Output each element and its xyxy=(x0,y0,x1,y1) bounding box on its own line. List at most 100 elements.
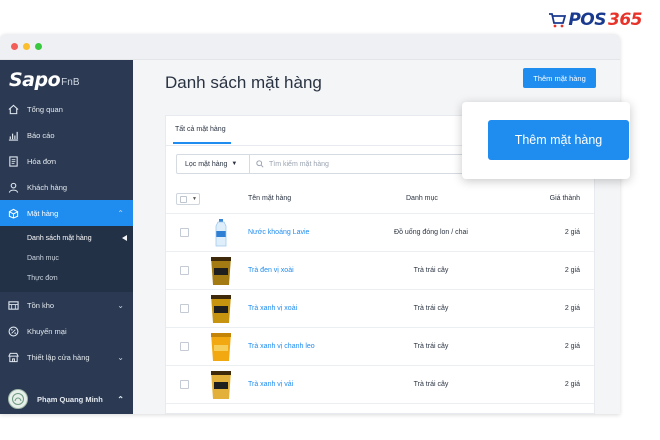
sidebar-item-store-settings[interactable]: Thiết lập cửa hàng ⌄ xyxy=(0,344,133,370)
screenshot-stage: POS 365 Sapo FnB Tổng quan Báo cáo Hóa đ… xyxy=(0,0,660,440)
product-thumbnail xyxy=(206,332,236,362)
sidebar-item-invoices[interactable]: Hóa đơn xyxy=(0,148,133,174)
product-category: Đồ uống đóng lon / chai xyxy=(394,229,468,236)
filter-dropdown[interactable]: Lọc mặt hàng ▼ xyxy=(176,154,250,174)
sidebar-item-label: Báo cáo xyxy=(27,130,55,140)
add-product-button[interactable]: Thêm mặt hàng xyxy=(523,68,596,88)
product-thumbnail xyxy=(206,218,236,248)
user-icon xyxy=(8,182,19,193)
sidebar-item-promotions[interactable]: Khuyến mại xyxy=(0,318,133,344)
home-icon xyxy=(8,104,19,115)
sidebar-item-label: Hóa đơn xyxy=(27,156,57,166)
table-row[interactable]: Trà xanh vị xoài Trà trái cây 2 giá xyxy=(166,290,594,328)
table-row[interactable]: Nước khoáng Lavie Đồ uống đóng lon / cha… xyxy=(166,214,594,252)
minimize-window-dot[interactable] xyxy=(23,43,30,50)
product-category: Trà trái cây xyxy=(413,305,449,312)
tea-cup-icon xyxy=(211,257,231,285)
tea-cup-icon xyxy=(211,295,231,323)
product-thumbnail xyxy=(206,370,236,400)
product-name-link[interactable]: Nước khoáng Lavie xyxy=(248,229,309,236)
product-price: 2 giá xyxy=(564,229,580,236)
table-header: ▼ Tên mặt hàng Danh mục Giá thành xyxy=(166,184,594,214)
product-price: 2 giá xyxy=(564,343,580,350)
product-name-link[interactable]: Trà xanh vị chanh leo xyxy=(248,343,315,350)
row-checkbox[interactable] xyxy=(180,228,189,237)
checkbox-box xyxy=(180,195,187,203)
sidebar-subitem-product-list[interactable]: Danh sách mặt hàng xyxy=(0,228,133,248)
cart-icon xyxy=(549,13,567,28)
box-icon xyxy=(8,208,19,219)
sidebar-subitem-categories[interactable]: Danh mục xyxy=(0,248,133,268)
sidebar-submenu-products: Danh sách mặt hàng Danh mục Thực đơn xyxy=(0,226,133,292)
product-category: Trà trái cây xyxy=(413,343,449,350)
product-price: 2 giá xyxy=(564,381,580,388)
sidebar-item-inventory[interactable]: Tồn kho ⌄ xyxy=(0,292,133,318)
product-name-link[interactable]: Trà xanh vị vải xyxy=(248,381,293,388)
window-titlebar xyxy=(0,34,620,60)
table-row[interactable]: Trà xanh vị vải Trà trái cây 2 giá xyxy=(166,366,594,404)
product-price: 2 giá xyxy=(564,305,580,312)
sidebar-item-overview[interactable]: Tổng quan xyxy=(0,96,133,122)
sidebar-item-label: Mặt hàng xyxy=(27,208,59,218)
chevron-down-icon: ⌄ xyxy=(117,300,124,310)
invoice-icon xyxy=(8,155,19,167)
sapo-logo-text: Sapo xyxy=(9,69,61,91)
sidebar-item-label: Khách hàng xyxy=(27,182,68,192)
avatar xyxy=(8,389,28,409)
store-settings-icon xyxy=(8,352,19,363)
brand-number-text: 365 xyxy=(608,10,643,30)
filter-dropdown-label: Lọc mặt hàng xyxy=(185,160,228,168)
column-header-name[interactable]: Tên mặt hàng xyxy=(248,195,291,202)
row-checkbox[interactable] xyxy=(180,342,189,351)
sapo-logo-suffix: FnB xyxy=(61,77,80,88)
product-category: Trà trái cây xyxy=(413,381,449,388)
row-checkbox[interactable] xyxy=(180,380,189,389)
chevron-down-icon: ⌄ xyxy=(117,352,124,362)
maximize-window-dot[interactable] xyxy=(35,43,42,50)
product-name-link[interactable]: Trà đen vị xoài xyxy=(248,267,294,274)
product-thumbnail xyxy=(206,256,236,286)
select-all-checkbox[interactable]: ▼ xyxy=(176,193,200,205)
sidebar-item-label: Khuyến mại xyxy=(27,326,67,336)
user-name: Phạm Quang Minh xyxy=(37,394,103,404)
column-header-price[interactable]: Giá thành xyxy=(550,195,580,202)
sidebar-item-customers[interactable]: Khách hàng xyxy=(0,174,133,200)
chevron-up-icon: ⌃ xyxy=(117,394,124,404)
search-placeholder: Tìm kiếm mặt hàng xyxy=(269,160,329,168)
row-checkbox[interactable] xyxy=(180,304,189,313)
product-name-link[interactable]: Trà xanh vị xoài xyxy=(248,305,297,312)
brand-pos-text: POS xyxy=(568,10,606,30)
sidebar-item-label: Tổng quan xyxy=(27,104,63,114)
sidebar-item-products[interactable]: Mặt hàng ⌃ xyxy=(0,200,133,226)
product-thumbnail xyxy=(206,294,236,324)
tea-cup-icon xyxy=(211,333,231,361)
active-tab-indicator xyxy=(173,142,231,144)
caret-down-icon: ▼ xyxy=(231,161,238,167)
product-price: 2 giá xyxy=(564,267,580,274)
sidebar-item-label: Thiết lập cửa hàng xyxy=(27,352,90,362)
search-icon xyxy=(256,160,264,168)
chevron-up-icon: ⌃ xyxy=(117,208,124,218)
user-profile[interactable]: Phạm Quang Minh ⌃ xyxy=(0,384,133,414)
promo-icon xyxy=(8,326,19,337)
table-row[interactable]: Trà đen vị xoài Trà trái cây 2 giá xyxy=(166,252,594,290)
pos365-logo: POS 365 xyxy=(548,10,643,30)
water-bottle-icon xyxy=(215,219,227,247)
table-row[interactable]: Trà xanh vị chanh leo Trà trái cây 2 giá xyxy=(166,328,594,366)
warehouse-icon xyxy=(8,300,19,311)
column-header-category[interactable]: Danh mục xyxy=(406,195,438,202)
zoom-callout: Thêm mặt hàng xyxy=(462,102,630,179)
tab-all-products[interactable]: Tất cả mặt hàng xyxy=(175,126,226,133)
sidebar-subitem-menu[interactable]: Thực đơn xyxy=(0,268,133,288)
sidebar-item-reports[interactable]: Báo cáo xyxy=(0,122,133,148)
sidebar-item-label: Tồn kho xyxy=(27,300,55,310)
close-window-dot[interactable] xyxy=(11,43,18,50)
sapo-logo[interactable]: Sapo FnB xyxy=(0,60,133,96)
row-checkbox[interactable] xyxy=(180,266,189,275)
tea-cup-icon xyxy=(211,371,231,399)
app-window: Sapo FnB Tổng quan Báo cáo Hóa đơn Khách… xyxy=(0,34,620,414)
caret-down-icon: ▼ xyxy=(192,196,197,202)
product-category: Trà trái cây xyxy=(413,267,449,274)
sidebar: Sapo FnB Tổng quan Báo cáo Hóa đơn Khách… xyxy=(0,60,133,414)
add-product-button-zoomed[interactable]: Thêm mặt hàng xyxy=(488,120,629,160)
